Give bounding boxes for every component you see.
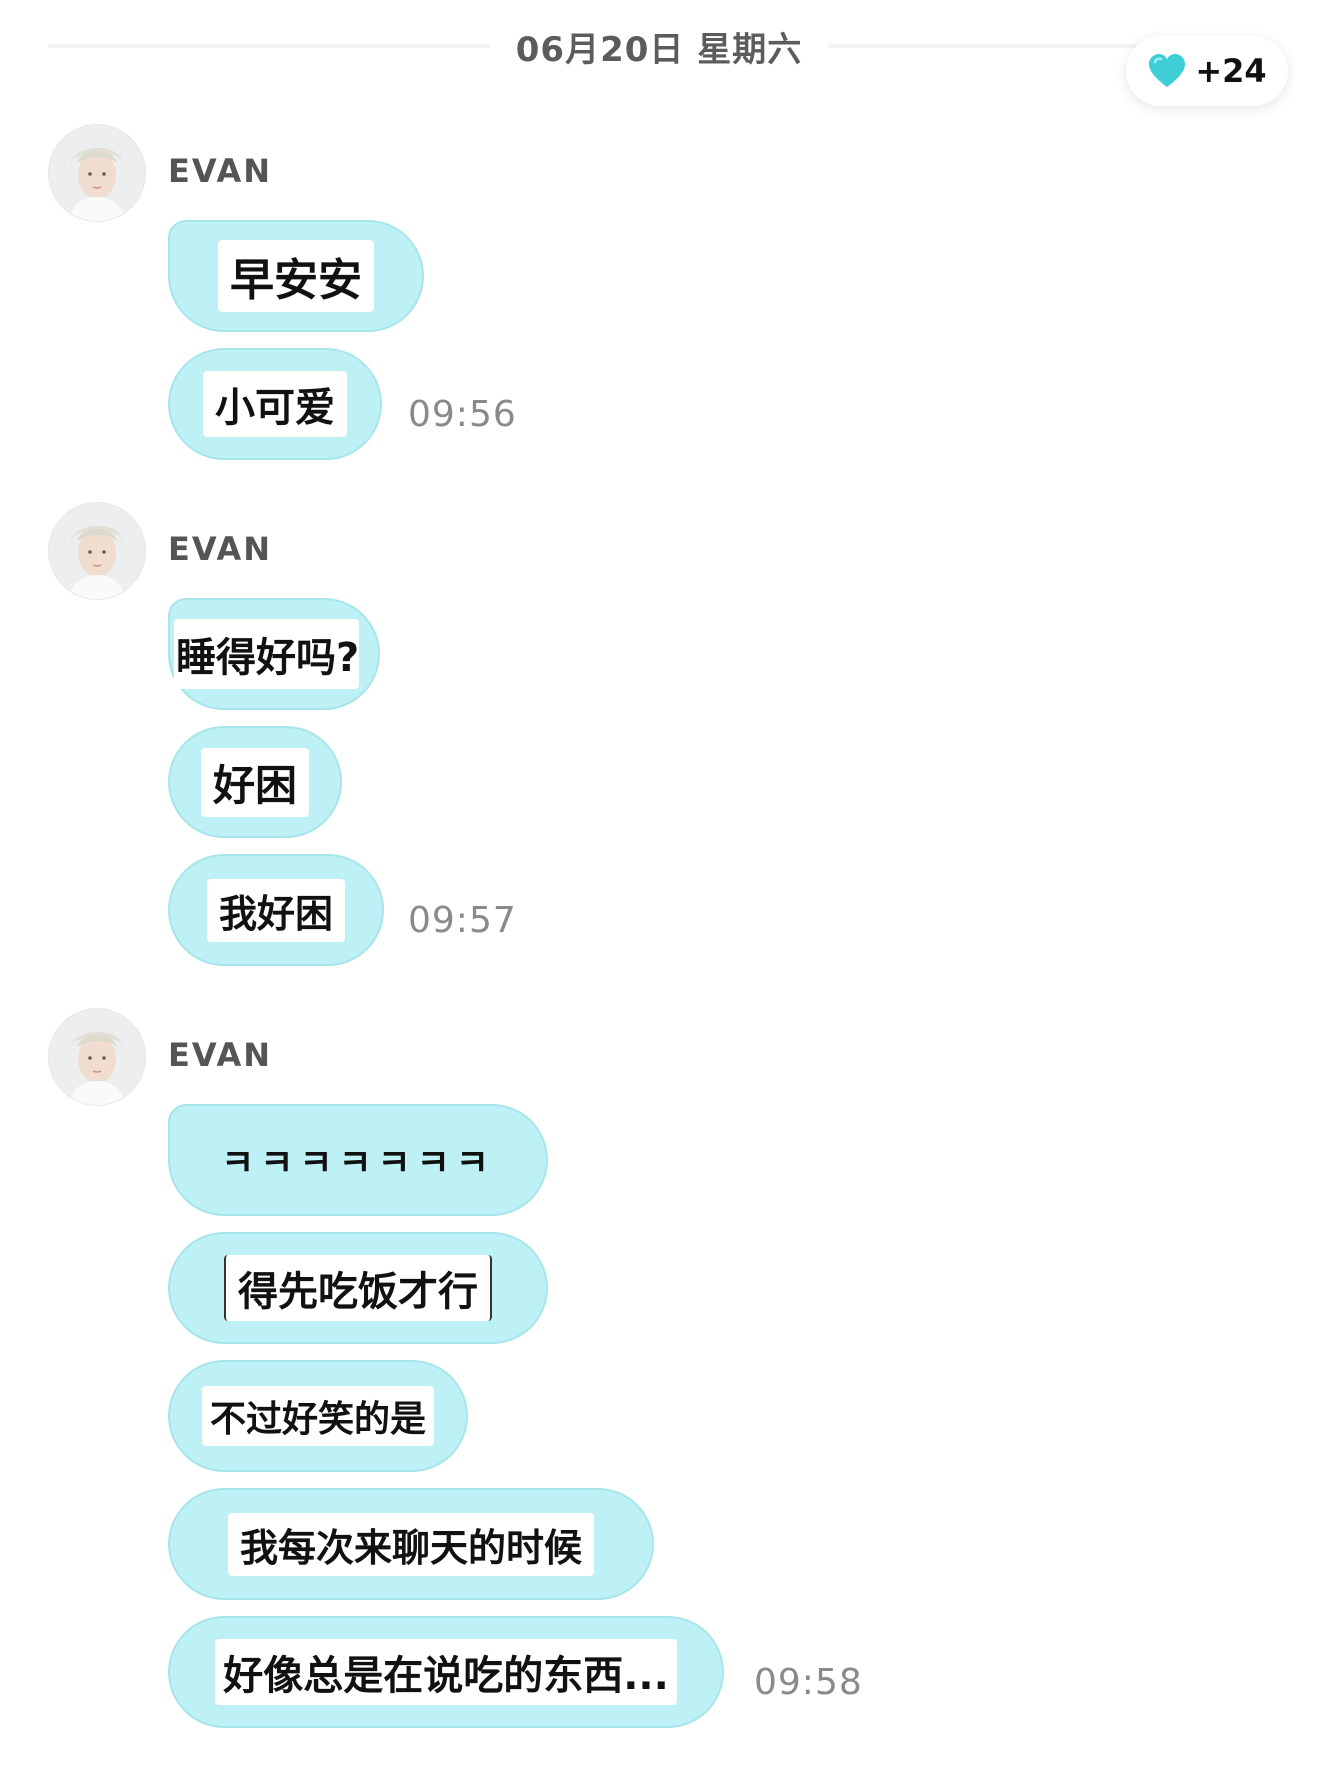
avatar[interactable] bbox=[48, 502, 146, 600]
sender-name: EVAN bbox=[168, 1036, 272, 1074]
message-bubble[interactable]: 好困 bbox=[168, 726, 342, 838]
avatar-photo bbox=[49, 503, 145, 599]
message-group: EVAN ㅋㅋㅋㅋㅋㅋㅋ 得先吃饭才行 不过好笑的是 我每次来聊天的时候 好像总… bbox=[48, 1008, 1248, 1778]
message-group: EVAN 早安安 小可爱 09:56 bbox=[48, 124, 1248, 484]
message-group: EVAN 睡得好吗? 好困 我好困 09:57 bbox=[48, 502, 1248, 982]
sender-name: EVAN bbox=[168, 152, 272, 190]
message-text: 我每次来聊天的时候 bbox=[227, 1512, 594, 1576]
date-label: 06月20日 星期六 bbox=[515, 30, 803, 70]
message-timestamp: 09:57 bbox=[408, 900, 517, 941]
message-text: 早安安 bbox=[218, 240, 374, 312]
message-text: 得先吃饭才行 bbox=[224, 1255, 492, 1321]
message-bubble[interactable]: 小可爱 bbox=[168, 348, 382, 460]
divider-line-right bbox=[828, 44, 1138, 48]
message-text: 我好困 bbox=[206, 878, 345, 942]
message-bubble[interactable]: 我每次来聊天的时候 bbox=[168, 1488, 654, 1600]
avatar-photo bbox=[49, 1009, 145, 1105]
message-bubble[interactable]: 不过好笑的是 bbox=[168, 1360, 468, 1472]
message-text: ㅋㅋㅋㅋㅋㅋㅋ bbox=[221, 1143, 495, 1184]
message-text: 小可爱 bbox=[203, 371, 347, 437]
divider-line-left bbox=[48, 44, 490, 48]
message-bubble[interactable]: 得先吃饭才行 bbox=[168, 1232, 548, 1344]
heart-icon bbox=[1149, 54, 1186, 87]
message-bubble[interactable]: 我好困 bbox=[168, 854, 384, 966]
heart-counter-button[interactable]: +24 bbox=[1126, 36, 1288, 106]
avatar[interactable] bbox=[48, 1008, 146, 1106]
message-timestamp: 09:58 bbox=[754, 1662, 863, 1703]
message-bubble[interactable]: 早安安 bbox=[168, 220, 424, 332]
heart-count: +24 bbox=[1195, 52, 1267, 90]
message-bubble[interactable]: ㅋㅋㅋㅋㅋㅋㅋ bbox=[168, 1104, 548, 1216]
message-text: 好困 bbox=[200, 747, 309, 817]
message-bubble[interactable]: 睡得好吗? bbox=[168, 598, 380, 710]
message-timestamp: 09:56 bbox=[408, 394, 517, 435]
message-text: 不过好笑的是 bbox=[201, 1386, 434, 1446]
sender-name: EVAN bbox=[168, 530, 272, 568]
avatar[interactable] bbox=[48, 124, 146, 222]
avatar-photo bbox=[49, 125, 145, 221]
message-text: 睡得好吗? bbox=[174, 619, 360, 689]
message-bubble[interactable]: 好像总是在说吃的东西... bbox=[168, 1616, 724, 1728]
date-divider: 06月20日 星期六 bbox=[48, 18, 1138, 72]
message-text: 好像总是在说吃的东西... bbox=[215, 1639, 677, 1705]
